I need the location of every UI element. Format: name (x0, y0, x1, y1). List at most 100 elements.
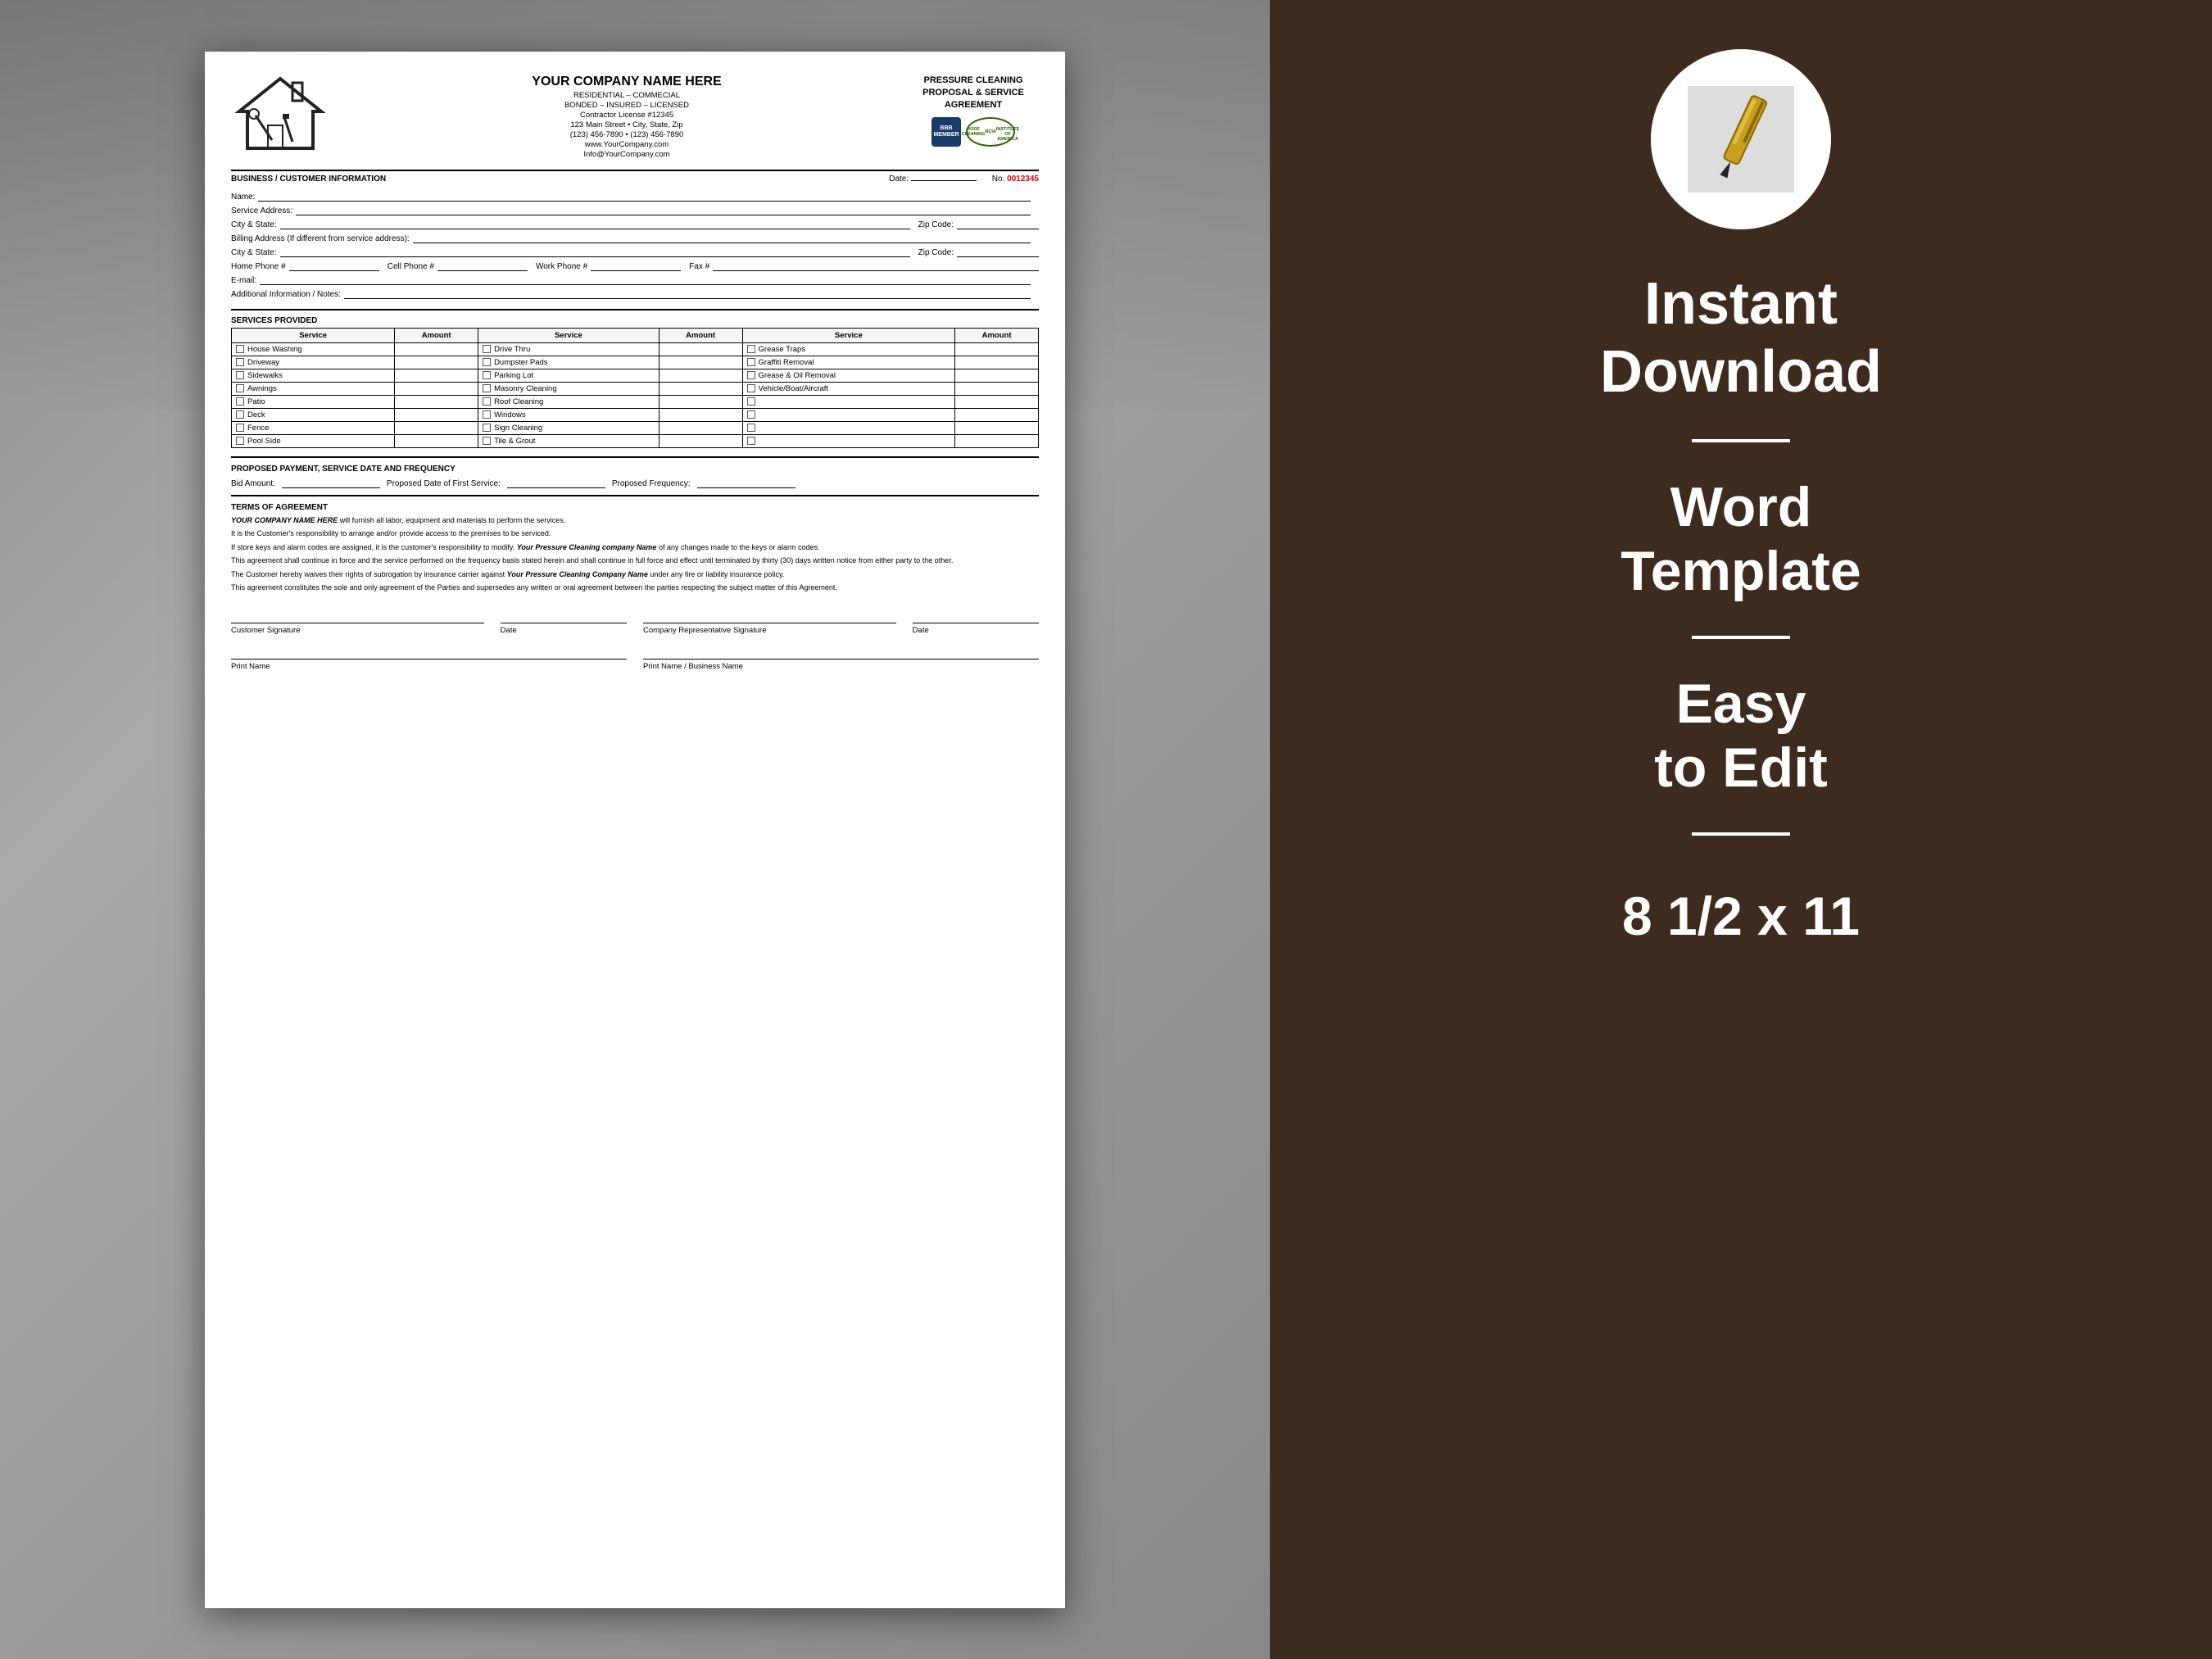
right-divider-1 (1692, 439, 1790, 442)
customer-date-line (501, 607, 627, 623)
company-info: YOUR COMPANY NAME HERE RESIDENTIAL – COM… (346, 75, 908, 160)
city-state-row: City & State: Zip Code: (231, 218, 1039, 229)
service-cell-1: Pool Side (232, 434, 395, 447)
amount-cell-1 (395, 421, 478, 434)
doc-header: YOUR COMPANY NAME HERE RESIDENTIAL – COM… (231, 75, 1039, 160)
right-divider-2 (1692, 636, 1790, 639)
section-divider-1 (231, 170, 1039, 171)
service-cell-1: Fence (232, 421, 395, 434)
service-cell-1: Driveway (232, 356, 395, 369)
amount-cell-2 (659, 434, 742, 447)
company-date-line (913, 607, 1039, 623)
amount-cell-2 (659, 356, 742, 369)
col-service-2: Service (478, 328, 660, 342)
company-logo (231, 75, 329, 156)
col-service-1: Service (232, 328, 395, 342)
table-row: Deck Windows (232, 408, 1039, 421)
services-table: Service Amount Service Amount Service Am… (231, 328, 1039, 448)
payment-row: Bid Amount: Proposed Date of First Servi… (231, 477, 1039, 488)
amount-cell-1 (395, 434, 478, 447)
customer-date-label: Date (501, 626, 627, 635)
service-cell-1: House Washing (232, 342, 395, 356)
pen-circle (1651, 49, 1831, 229)
pen-icon (1688, 86, 1794, 193)
table-row: AwningsMasonry CleaningVehicle/Boat/Airc… (232, 382, 1039, 395)
email-row: E-mail: (231, 274, 1039, 285)
amount-cell-3 (955, 342, 1039, 356)
customer-section-title: BUSINESS / CUSTOMER INFORMATION (231, 175, 386, 184)
table-row: SidewalksParking LotGrease & Oil Removal (232, 369, 1039, 382)
customer-sig-block: Customer Signature Date Print Name (231, 607, 627, 671)
section-divider-3 (231, 456, 1039, 458)
amount-cell-3 (955, 434, 1039, 447)
service-cell-2: Masonry Cleaning (478, 382, 660, 395)
terms-section: TERMS OF AGREEMENT YOUR COMPANY NAME HER… (231, 495, 1039, 594)
instant-label: Instant Download (1600, 270, 1882, 406)
service-address-row: Service Address: (231, 204, 1039, 215)
service-cell-3 (742, 421, 955, 434)
company-sig-block: Company Representative Signature Date Pr… (643, 607, 1039, 671)
doc-number: 0012345 (1007, 175, 1039, 184)
terms-p6: This agreement constitutes the sole and … (231, 582, 1039, 594)
company-date-label: Date (913, 626, 1039, 635)
payment-title: PROPOSED PAYMENT, SERVICE DATE AND FREQU… (231, 465, 1039, 474)
amount-cell-2 (659, 421, 742, 434)
amount-cell-2 (659, 395, 742, 408)
amount-cell-2 (659, 342, 742, 356)
terms-title: TERMS OF AGREEMENT (231, 503, 1039, 512)
right-panel: Instant Download Word Template Easy to E… (1270, 0, 2212, 1659)
proposal-title: PRESSURE CLEANING PROPOSAL & SERVICE AGR… (922, 75, 1024, 112)
table-row: Patio Roof Cleaning (232, 395, 1039, 408)
service-cell-3 (742, 408, 955, 421)
company-line6: www.YourCompany.com (346, 140, 908, 149)
col-amount-3: Amount (955, 328, 1039, 342)
service-cell-3: Grease & Oil Removal (742, 369, 955, 382)
service-cell-2: Drive Thru (478, 342, 660, 356)
notes-row: Additional Information / Notes: (231, 288, 1039, 299)
services-title: SERVICES PROVIDED (231, 314, 1039, 328)
document-preview: YOUR COMPANY NAME HERE RESIDENTIAL – COM… (205, 52, 1065, 1608)
rcia-badge: ROOFCLEANINGRCIAINSTITUTEOF AMERICA (966, 117, 1015, 147)
col-amount-1: Amount (395, 328, 478, 342)
name-row: Name: (231, 190, 1039, 202)
service-cell-3 (742, 434, 955, 447)
service-cell-2: Windows (478, 408, 660, 421)
customer-print-label: Print Name (231, 662, 627, 671)
service-cell-2: Tile & Grout (478, 434, 660, 447)
table-row: House WashingDrive ThruGrease Traps (232, 342, 1039, 356)
company-line1: RESIDENTIAL – COMMECIAL (346, 91, 908, 100)
right-divider-3 (1692, 832, 1790, 836)
header-right: PRESSURE CLEANING PROPOSAL & SERVICE AGR… (908, 75, 1039, 147)
service-cell-1: Deck (232, 408, 395, 421)
service-cell-1: Patio (232, 395, 395, 408)
amount-cell-3 (955, 356, 1039, 369)
amount-cell-1 (395, 356, 478, 369)
date-label: Date: No. 0012345 (889, 175, 1039, 184)
section-divider-2 (231, 309, 1039, 310)
terms-p3: If store keys and alarm codes are assign… (231, 542, 1039, 554)
service-cell-2: Sign Cleaning (478, 421, 660, 434)
payment-section: PROPOSED PAYMENT, SERVICE DATE AND FREQU… (231, 456, 1039, 488)
phone-row: Home Phone # Cell Phone # Work Phone # F… (231, 260, 1039, 271)
company-print-line (643, 643, 1039, 660)
company-name: YOUR COMPANY NAME HERE (346, 75, 908, 89)
company-print-label: Print Name / Business Name (643, 662, 1039, 671)
col-service-3: Service (742, 328, 955, 342)
amount-cell-1 (395, 395, 478, 408)
company-line7: Info@YourCompany.com (346, 150, 908, 159)
service-cell-3: Graffiti Removal (742, 356, 955, 369)
table-row: Fence Sign Cleaning (232, 421, 1039, 434)
col-amount-2: Amount (659, 328, 742, 342)
amount-cell-2 (659, 369, 742, 382)
signature-area: Customer Signature Date Print Name Compa… (231, 607, 1039, 671)
terms-p5: The Customer hereby waives their rights … (231, 569, 1039, 581)
amount-cell-1 (395, 408, 478, 421)
table-row: Driveway Dumpster Pads Graffiti Removal (232, 356, 1039, 369)
service-cell-2: Dumpster Pads (478, 356, 660, 369)
amount-cell-3 (955, 382, 1039, 395)
services-section: SERVICES PROVIDED Service Amount Service… (231, 309, 1039, 448)
service-cell-2: Roof Cleaning (478, 395, 660, 408)
easy-edit-label: Easy to Edit (1654, 672, 1828, 800)
amount-cell-3 (955, 408, 1039, 421)
terms-p2: It is the Customer's responsibility to a… (231, 528, 1039, 540)
